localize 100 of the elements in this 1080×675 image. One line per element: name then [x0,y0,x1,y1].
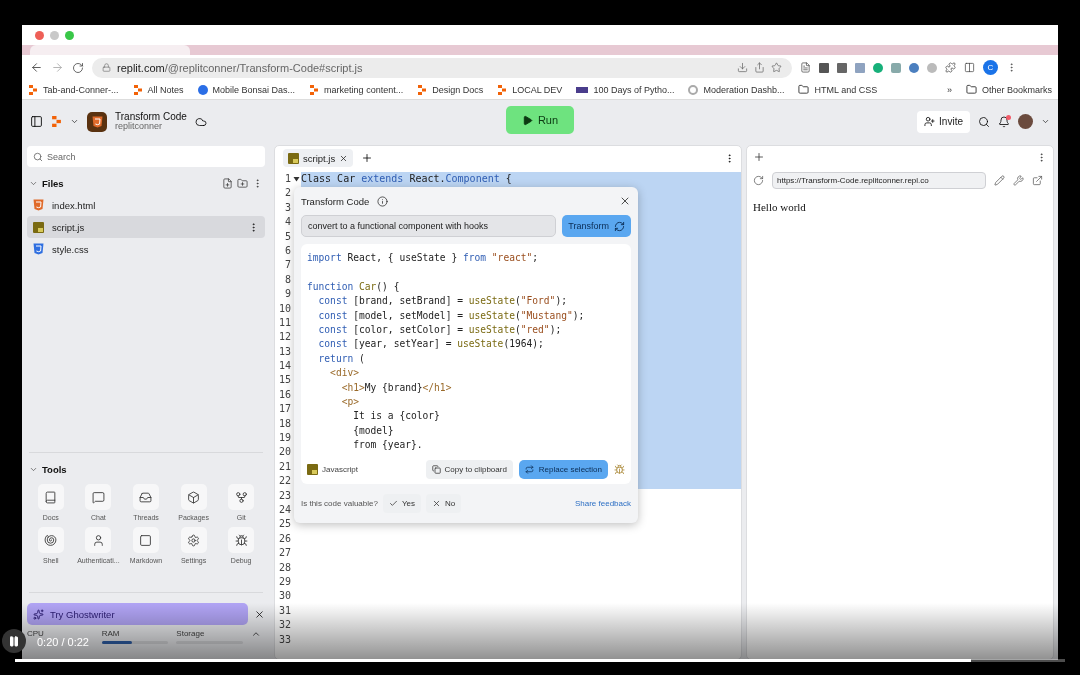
extension-icon[interactable] [837,62,847,73]
video-progress[interactable] [15,659,1065,662]
code-line: const [brand, setBrand] = useState("Ford"); [317,294,568,309]
resource-label: RAM [101,629,121,638]
line-number: 13 [277,344,291,359]
resource-meter [101,641,169,644]
sidebar-toggle-icon[interactable] [30,115,43,128]
profile-avatar[interactable]: C [983,60,998,75]
back-icon[interactable] [30,61,43,74]
bookmark[interactable]: HTML and CSS [798,84,878,95]
yes-button[interactable]: Yes [382,493,421,513]
file-item[interactable]: script.js [27,216,265,238]
play-icon [521,114,533,126]
files-heading: Files [42,177,64,189]
extension-icon[interactable] [819,62,829,73]
line-number: 8 [283,272,291,287]
js-file-icon [288,152,299,164]
forward-icon[interactable] [51,61,64,74]
close-icon[interactable] [339,153,349,163]
line-number: 10 [277,301,291,316]
code-line: <div> [329,366,360,381]
no-button[interactable]: No [426,493,462,513]
play-pause-button[interactable] [2,629,26,653]
line-number: 24 [277,503,291,517]
line-number: 14 [277,359,291,374]
line-number: 17 [277,402,291,417]
line-number: 18 [277,416,291,431]
close-icon[interactable] [254,608,265,620]
reload-icon[interactable] [753,175,764,186]
share-feedback-link[interactable]: Share feedback [574,498,631,508]
run-button[interactable]: Run [506,106,574,134]
info-icon[interactable] [377,195,389,207]
invite-button[interactable]: Invite [917,110,970,133]
line-number: 2 [283,186,291,201]
puzzle-icon[interactable] [945,62,956,73]
bookmark[interactable]: All Notes [132,84,184,95]
line-number: 9 [283,287,291,302]
external-link-icon[interactable] [1032,175,1043,186]
video-time: 0:20 / 0:22 [37,636,89,648]
search-icon[interactable] [978,115,990,128]
add-tab-icon[interactable] [361,152,374,164]
file-item[interactable]: style.css [27,238,265,260]
bookmark[interactable]: Other Bookmarks [965,84,1052,95]
branch-icon [234,490,248,504]
settings-icon [187,533,201,547]
line-number: 29 [277,574,291,589]
share-icon[interactable] [754,62,765,73]
pencil-icon[interactable] [994,175,1005,186]
code-line: It is a {color} [352,409,441,424]
bookmark[interactable]: Mobile Bonsai Das... [197,84,296,95]
reload-icon[interactable] [72,61,84,74]
line-number: 21 [277,459,291,474]
book-icon [44,490,58,504]
js-file-icon [33,221,44,233]
new-folder-icon[interactable] [237,177,248,189]
bug-icon[interactable] [614,463,625,475]
pause-icon [8,634,20,648]
replace-button[interactable]: Replace selection [518,459,608,479]
preview-text: Hello world [753,201,807,213]
line-number: 27 [277,546,291,561]
close-icon[interactable] [619,195,631,207]
extension-icon[interactable] [909,62,919,73]
bookmark[interactable]: Tab-and-Conner-... [28,84,119,95]
new-file-icon[interactable] [222,177,233,189]
bookmark[interactable]: 100 Days of Pytho... [576,84,675,95]
close-window-button[interactable] [35,30,44,40]
check-icon [388,498,398,508]
code-line: const [model, setModel] = useState("Mustang"); [317,308,586,323]
wrench-icon[interactable] [1013,175,1024,186]
preview-url-field[interactable]: https://Transform-Code.replitconner.repl.co [772,172,986,189]
file-tab[interactable]: script.js [283,149,354,167]
side-panel-icon[interactable] [964,62,975,73]
search-field[interactable]: Search [27,146,265,167]
ghostwriter-button[interactable]: Try Ghostwriter [27,603,248,625]
user-plus-icon [924,116,936,127]
copy-button[interactable]: Copy to clipboard [425,459,513,479]
star-icon[interactable] [771,62,782,73]
transform-button[interactable]: Transform [562,215,631,237]
reader-icon[interactable] [800,62,811,73]
line-number: 28 [277,560,291,575]
add-tab-icon[interactable] [753,151,765,163]
bookmark[interactable]: LOCAL DEV [497,84,563,95]
address-bar[interactable]: replit.com/@replitconner/Transform-Code#script.js [92,57,792,78]
bookmarks-overflow[interactable]: » [946,84,952,95]
bookmark[interactable]: Design Docs [417,84,484,95]
line-number: 25 [277,517,291,532]
chevron-icon[interactable] [251,629,261,639]
bookmark[interactable]: Moderation Dashb... [688,84,785,95]
resource-label: Storage [176,629,206,638]
user-avatar[interactable] [1018,114,1033,129]
code-line: <h1>My {brand}</h1> [340,380,453,395]
install-icon[interactable] [737,62,748,73]
file-item[interactable]: index.html [27,194,265,216]
maximize-window-button[interactable] [65,30,74,40]
bookmark[interactable]: marketing content... [309,84,404,95]
line-number: 3 [283,200,291,215]
bell-icon[interactable] [998,115,1010,128]
prompt-field[interactable]: convert to a functional component with hooks [301,215,557,237]
line-number: 11 [277,315,291,330]
copy-icon [431,464,441,474]
